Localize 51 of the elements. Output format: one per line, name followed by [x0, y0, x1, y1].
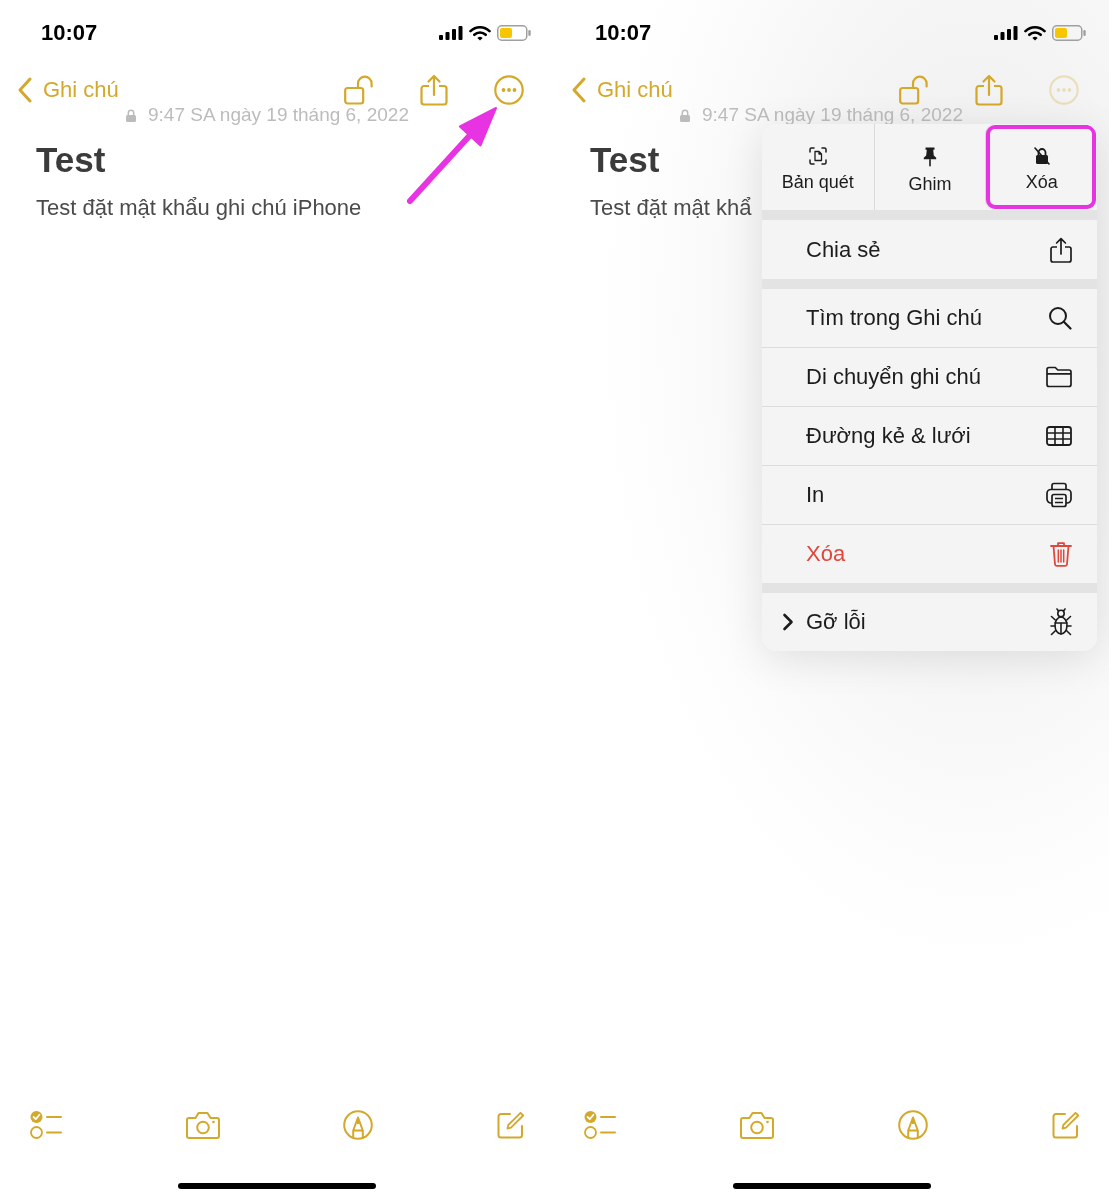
menu-item[interactable]: Tìm trong Ghi chú: [762, 289, 1097, 347]
battery-icon: [1052, 25, 1086, 41]
folder-icon: [1046, 366, 1072, 388]
menu-item[interactable]: Xóa: [762, 525, 1097, 583]
document-scan-icon: [808, 147, 827, 165]
chevron-icon: [572, 77, 586, 103]
battery-icon: [497, 25, 531, 41]
note-body: Test đặt mật khẩu ghi chú iPhone: [36, 194, 362, 222]
status-time: 10:07: [41, 20, 98, 46]
share-icon: [1050, 236, 1072, 263]
wifi-icon: [1024, 25, 1046, 41]
share-icon[interactable]: [420, 74, 448, 106]
grid-icon: [1046, 426, 1072, 446]
printer-icon: [1046, 482, 1072, 508]
checklist-icon[interactable]: [584, 1110, 616, 1140]
note-date: 9:47 SA ngày 19 tháng 6, 2022: [148, 106, 409, 124]
note-title: Test: [590, 140, 660, 180]
quick-action-button[interactable]: Ghim: [873, 124, 986, 210]
padlock-icon: [680, 108, 690, 122]
trash-icon: [1050, 541, 1072, 567]
signal-icon: [994, 26, 1018, 40]
note-body: Test đặt mật khẩ: [590, 194, 752, 222]
chevron-icon: [18, 77, 32, 103]
camera-icon[interactable]: [740, 1111, 774, 1139]
wifi-icon: [469, 25, 491, 41]
menu-item[interactable]: Đường kẻ & lưới: [762, 407, 1097, 465]
menu-item[interactable]: In: [762, 466, 1097, 524]
signal-icon: [439, 26, 463, 40]
quick-action-button[interactable]: Xóa: [985, 124, 1097, 210]
status-time: 10:07: [595, 20, 652, 46]
pen-tip-icon[interactable]: [343, 1110, 374, 1140]
note-title: Test: [36, 140, 106, 180]
open-padlock-icon[interactable]: [899, 75, 929, 105]
bug-icon: [1050, 608, 1072, 636]
padlock-icon: [126, 108, 136, 122]
share-icon[interactable]: [975, 74, 1003, 106]
menu-item[interactable]: Gỡ lỗi: [762, 593, 1097, 651]
more-icon[interactable]: [494, 75, 524, 105]
chevron-icon: [782, 613, 794, 631]
compose-icon[interactable]: [496, 1111, 525, 1139]
camera-icon[interactable]: [185, 1111, 220, 1139]
crossed-padlock-icon: [1033, 147, 1050, 165]
menu-item[interactable]: Di chuyển ghi chú: [762, 348, 1097, 406]
compose-icon[interactable]: [1052, 1111, 1080, 1139]
open-padlock-icon[interactable]: [344, 75, 374, 105]
menu-item[interactable]: Chia sẻ: [762, 220, 1097, 279]
quick-action-button[interactable]: Bản quét: [762, 124, 874, 210]
checklist-icon[interactable]: [30, 1110, 62, 1140]
pin-icon: [923, 147, 937, 167]
pen-tip-icon[interactable]: [898, 1110, 928, 1140]
search-icon: [1048, 306, 1072, 330]
